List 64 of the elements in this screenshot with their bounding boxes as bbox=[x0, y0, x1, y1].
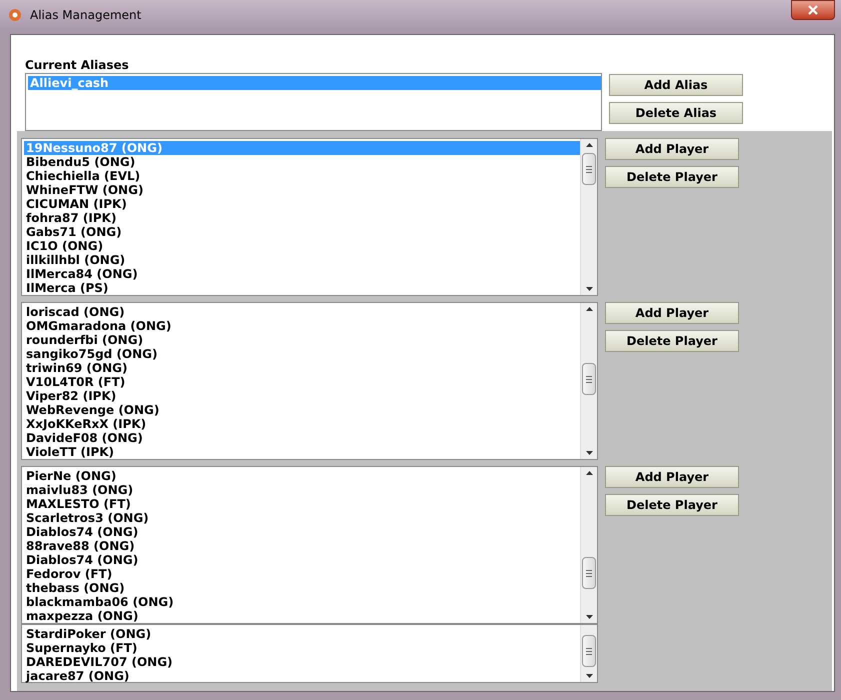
list-item[interactable]: fohra87 (IPK) bbox=[24, 211, 580, 225]
list-item[interactable]: MAXLESTO (FT) bbox=[24, 497, 580, 511]
scrollbar[interactable] bbox=[580, 467, 597, 623]
list-item[interactable]: Scarletros3 (ONG) bbox=[24, 511, 580, 525]
list-item[interactable]: V10L4T0R (FT) bbox=[24, 375, 580, 389]
list-item[interactable]: Bibendu5 (ONG) bbox=[24, 155, 580, 169]
list-item[interactable]: DavideF08 (ONG) bbox=[24, 431, 580, 445]
list-item[interactable]: Diablos74 (ONG) bbox=[24, 525, 580, 539]
list-item[interactable]: sangiko75gd (ONG) bbox=[24, 347, 580, 361]
scroll-down-icon[interactable] bbox=[586, 615, 592, 619]
app-icon bbox=[8, 8, 22, 22]
scroll-thumb[interactable] bbox=[582, 153, 596, 185]
scrollbar[interactable] bbox=[580, 625, 597, 682]
scroll-up-icon[interactable] bbox=[586, 471, 592, 475]
window-title: Alias Management bbox=[30, 7, 142, 24]
scroll-up-icon[interactable] bbox=[586, 143, 592, 147]
list-item[interactable]: Diablos74 (ONG) bbox=[24, 553, 580, 567]
scroll-down-icon[interactable] bbox=[586, 451, 592, 455]
scrollbar[interactable] bbox=[580, 139, 597, 295]
list-item[interactable]: IlMerca84 (ONG) bbox=[24, 267, 580, 281]
list-item[interactable]: PierNe (ONG) bbox=[24, 469, 580, 483]
scroll-thumb[interactable] bbox=[582, 363, 596, 395]
action-button[interactable]: Add Player bbox=[605, 138, 739, 160]
action-button[interactable]: Add Alias bbox=[609, 74, 743, 96]
list-item[interactable]: Viper82 (IPK) bbox=[24, 389, 580, 403]
scroll-down-icon[interactable] bbox=[586, 287, 592, 291]
list-item[interactable]: Chiechiella (EVL) bbox=[24, 169, 580, 183]
action-button[interactable]: Delete Alias bbox=[609, 102, 743, 124]
list-item[interactable]: Fedorov (FT) bbox=[24, 567, 580, 581]
list-item[interactable]: 88rave88 (ONG) bbox=[24, 539, 580, 553]
list-item[interactable]: DAREDEVIL707 (ONG) bbox=[24, 655, 580, 669]
list-item[interactable]: triwin69 (ONG) bbox=[24, 361, 580, 375]
close-icon bbox=[808, 5, 818, 15]
scroll-thumb[interactable] bbox=[582, 557, 596, 589]
list-item[interactable]: IC1O (ONG) bbox=[24, 239, 580, 253]
list-item[interactable]: CICUMAN (IPK) bbox=[24, 197, 580, 211]
list-item[interactable]: blackmamba06 (ONG) bbox=[24, 595, 580, 609]
section-label: Current Aliases bbox=[25, 57, 130, 72]
list-item[interactable]: Gabs71 (ONG) bbox=[24, 225, 580, 239]
list-item[interactable]: XxJoKKeRxX (IPK) bbox=[24, 417, 580, 431]
scrollbar[interactable] bbox=[580, 303, 597, 459]
scroll-down-icon[interactable] bbox=[586, 674, 592, 678]
list-item[interactable]: OMGmaradona (ONG) bbox=[24, 319, 580, 333]
list-item[interactable]: thebass (ONG) bbox=[24, 581, 580, 595]
list-item[interactable]: loriscad (ONG) bbox=[24, 305, 580, 319]
list-item[interactable]: StardiPoker (ONG) bbox=[24, 627, 580, 641]
list-item[interactable]: jacare87 (ONG) bbox=[24, 669, 580, 683]
list-item[interactable]: VioleTT (IPK) bbox=[24, 445, 580, 459]
close-button[interactable] bbox=[791, 0, 835, 20]
list-item[interactable]: illkillhbl (ONG) bbox=[24, 253, 580, 267]
action-button[interactable]: Add Player bbox=[605, 466, 739, 488]
action-button[interactable]: Delete Player bbox=[605, 166, 739, 188]
list-item[interactable]: WebRevenge (ONG) bbox=[24, 403, 580, 417]
action-button[interactable]: Delete Player bbox=[605, 330, 739, 352]
scroll-thumb[interactable] bbox=[582, 635, 596, 667]
scroll-up-icon[interactable] bbox=[586, 307, 592, 311]
action-button[interactable]: Add Player bbox=[605, 302, 739, 324]
list-item[interactable]: IlMerca (PS) bbox=[24, 281, 580, 295]
list-item[interactable]: WhineFTW (ONG) bbox=[24, 183, 580, 197]
action-button[interactable]: Delete Player bbox=[605, 494, 739, 516]
list-item[interactable]: maivlu83 (ONG) bbox=[24, 483, 580, 497]
list-item[interactable]: maxpezza (ONG) bbox=[24, 609, 580, 623]
list-item[interactable]: Supernayko (FT) bbox=[24, 641, 580, 655]
list-item[interactable]: rounderfbi (ONG) bbox=[24, 333, 580, 347]
